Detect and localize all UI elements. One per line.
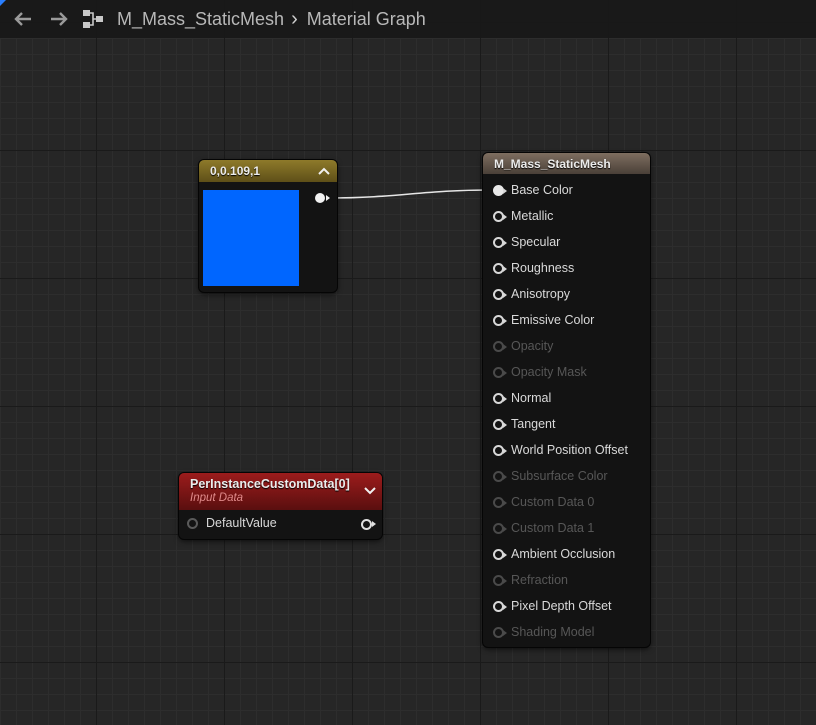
custom-data-node-subtitle: Input Data [190, 492, 244, 504]
opacity-mask-label: Opacity Mask [511, 365, 587, 379]
shading-model-pin[interactable] [493, 626, 507, 638]
input-pin-row-normal[interactable]: Normal [493, 385, 551, 411]
shading-model-label: Shading Model [511, 625, 595, 639]
material-node-header[interactable]: M_Mass_StaticMesh [483, 153, 650, 174]
graph-icon-wrap [80, 6, 106, 32]
ambient-occlusion-label: Ambient Occlusion [511, 547, 616, 561]
breadcrumb-root[interactable]: M_Mass_StaticMesh [117, 9, 284, 30]
roughness-label: Roughness [511, 261, 575, 275]
specular-label: Specular [511, 235, 561, 249]
world-position-offset-pin[interactable] [493, 444, 507, 456]
emissive-color-label: Emissive Color [511, 313, 595, 327]
custom-data-1-label: Custom Data 1 [511, 521, 595, 535]
normal-label: Normal [511, 391, 552, 405]
refraction-pin[interactable] [493, 574, 507, 586]
back-arrow-icon [14, 12, 31, 26]
anisotropy-label: Anisotropy [511, 287, 571, 301]
constant-color-node[interactable]: 0,0.109,1 [199, 160, 337, 292]
opacity-mask-pin[interactable] [493, 366, 507, 378]
input-pin-row-anisotropy[interactable]: Anisotropy [493, 281, 570, 307]
tangent-label: Tangent [511, 417, 556, 431]
opacity-label: Opacity [511, 339, 554, 353]
expand-chevron-icon[interactable] [364, 487, 376, 495]
roughness-pin[interactable] [493, 262, 507, 274]
material-result-node[interactable]: M_Mass_StaticMesh Base Color Metallic Spec… [483, 153, 650, 647]
opacity-pin[interactable] [493, 340, 507, 352]
rgba-output-pin[interactable] [315, 193, 330, 203]
emissive-color-pin[interactable] [493, 314, 507, 326]
graph-icon [83, 10, 103, 28]
corner-indicator [0, 0, 6, 6]
subsurface-color-pin[interactable] [493, 470, 507, 482]
specular-pin[interactable] [493, 236, 507, 248]
input-pin-row-specular[interactable]: Specular [493, 229, 560, 255]
tangent-pin[interactable] [493, 418, 507, 430]
chevron-right-icon: › [291, 7, 298, 30]
custom-data-output-pin[interactable] [361, 519, 376, 530]
back-button[interactable] [10, 6, 36, 32]
input-pin-row-emissive-color[interactable]: Emissive Color [493, 307, 594, 333]
input-pin-row-roughness[interactable]: Roughness [493, 255, 574, 281]
input-pin-row-custom-data-1[interactable]: Custom Data 1 [493, 515, 594, 541]
refraction-label: Refraction [511, 573, 568, 587]
custom-data-0-label: Custom Data 0 [511, 495, 595, 509]
custom-data-1-pin[interactable] [493, 522, 507, 534]
default-value-input-pin[interactable] [187, 517, 198, 529]
forward-arrow-icon [51, 12, 68, 26]
input-pin-row-metallic[interactable]: Metallic [493, 203, 553, 229]
input-pin-row-custom-data-0[interactable]: Custom Data 0 [493, 489, 594, 515]
forward-button[interactable] [46, 6, 72, 32]
default-value-label: DefaultValue [206, 516, 277, 530]
pixel-depth-offset-pin[interactable] [493, 600, 507, 612]
metallic-pin[interactable] [493, 210, 507, 222]
custom-data-node-title: PerInstanceCustomData[0] [190, 477, 350, 491]
normal-pin[interactable] [493, 392, 507, 404]
custom-data-0-pin[interactable] [493, 496, 507, 508]
constant-node-header[interactable]: 0,0.109,1 [199, 160, 337, 182]
input-pin-row-ambient-occlusion[interactable]: Ambient Occlusion [493, 541, 615, 567]
ambient-occlusion-pin[interactable] [493, 548, 507, 560]
input-pin-row-world-position-offset[interactable]: World Position Offset [493, 437, 628, 463]
collapse-icon[interactable] [318, 167, 330, 175]
world-position-offset-label: World Position Offset [511, 443, 628, 457]
anisotropy-pin[interactable] [493, 288, 507, 300]
pixel-depth-offset-label: Pixel Depth Offset [511, 599, 612, 613]
input-pin-row-refraction[interactable]: Refraction [493, 567, 568, 593]
base-color-label: Base Color [511, 183, 573, 197]
input-pin-row-subsurface-color[interactable]: Subsurface Color [493, 463, 608, 489]
breadcrumb-current: Material Graph [306, 8, 426, 29]
default-value-pin-row[interactable]: DefaultValue [187, 516, 277, 530]
input-pin-row-base-color[interactable]: Base Color [493, 177, 573, 203]
constant-node-title: 0,0.109,1 [210, 164, 261, 178]
material-node-title: M_Mass_StaticMesh [494, 156, 611, 171]
input-pin-row-pixel-depth-offset[interactable]: Pixel Depth Offset [493, 593, 612, 619]
input-pin-row-opacity[interactable]: Opacity [493, 333, 553, 359]
input-pin-row-tangent[interactable]: Tangent [493, 411, 555, 437]
graph-canvas[interactable] [0, 0, 816, 725]
base-color-pin[interactable] [493, 184, 507, 196]
input-pin-row-opacity-mask[interactable]: Opacity Mask [493, 359, 587, 385]
subsurface-color-label: Subsurface Color [511, 469, 608, 483]
metallic-label: Metallic [511, 209, 554, 223]
per-instance-custom-data-node[interactable]: PerInstanceCustomData[0] Input Data Defa… [179, 473, 382, 539]
custom-data-node-header[interactable]: PerInstanceCustomData[0] Input Data [179, 473, 382, 510]
input-pin-row-shading-model[interactable]: Shading Model [493, 619, 594, 645]
color-swatch-preview [203, 190, 299, 286]
graph-toolbar: M_Mass_StaticMesh › Material Graph [0, 0, 816, 38]
